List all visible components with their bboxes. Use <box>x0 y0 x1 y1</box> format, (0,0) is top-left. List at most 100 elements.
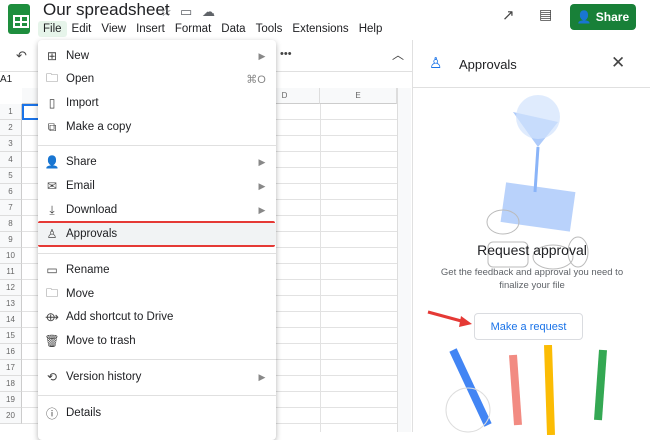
comments-icon[interactable]: ▤ <box>539 6 552 23</box>
download-icon: ⤓ <box>49 202 55 217</box>
menu-item-make-copy[interactable]: ⧉ Make a copy <box>38 116 276 138</box>
doc-title[interactable]: Our spreadsheet <box>43 0 170 20</box>
close-icon[interactable]: ✕ <box>611 53 625 73</box>
row-header[interactable]: 12 <box>0 280 22 296</box>
menu-extensions[interactable]: Extensions <box>287 21 353 37</box>
submenu-arrow-icon: ▶ <box>258 371 266 382</box>
menu-view[interactable]: View <box>96 21 131 37</box>
gridline <box>320 104 321 432</box>
row-header[interactable]: 16 <box>0 344 22 360</box>
panel-description: Get the feedback and approval you need t… <box>440 267 624 278</box>
drive-shortcut-icon: ⟴ <box>45 310 59 324</box>
pens-illustration <box>445 345 607 435</box>
menu-item-details[interactable]: ⓘ Details <box>38 402 276 424</box>
row-header[interactable]: 1 <box>0 104 22 120</box>
menu-item-open[interactable]: 🗀 Open ⌘O <box>38 68 276 90</box>
row-header[interactable]: 20 <box>0 408 22 424</box>
label: Details <box>66 407 102 419</box>
panel-description-2: finalize your file <box>499 280 565 291</box>
row-header[interactable]: 13 <box>0 296 22 312</box>
menu-item-version-history[interactable]: ⟲ Version history ▶ <box>38 366 276 388</box>
column-header-e[interactable]: E <box>320 88 397 104</box>
menu-item-email[interactable]: ✉ Email ▶ <box>38 175 276 197</box>
star-icon[interactable]: ☆ <box>160 4 172 20</box>
label: Approvals <box>66 228 118 240</box>
menu-item-trash[interactable]: 🗑 Move to trash <box>38 330 276 352</box>
stamp-icon: ♙ <box>429 55 443 72</box>
submenu-arrow-icon: ▶ <box>258 50 266 61</box>
row-header[interactable]: 15 <box>0 328 22 344</box>
more-icon[interactable]: ••• <box>280 48 292 60</box>
file-icon: ▯ <box>48 96 56 110</box>
row-header[interactable]: 14 <box>0 312 22 328</box>
submenu-arrow-icon: ▶ <box>258 204 266 215</box>
menu-item-add-shortcut[interactable]: ⟴ Add shortcut to Drive <box>38 306 276 328</box>
row-header[interactable]: 8 <box>0 216 22 232</box>
make-request-button[interactable]: Make a request <box>474 313 583 340</box>
menu-item-import[interactable]: ▯ Import <box>38 92 276 114</box>
label: Download <box>66 204 118 216</box>
row-header[interactable]: 6 <box>0 184 22 200</box>
divider <box>38 253 276 254</box>
share-button[interactable]: 👤 Share <box>570 4 636 30</box>
submenu-arrow-icon: ▶ <box>258 156 266 167</box>
label: Add shortcut to Drive <box>66 311 174 323</box>
menubar: File Edit View Insert Format Data Tools … <box>38 21 387 37</box>
label: Open <box>66 73 95 85</box>
new-icon: ⊞ <box>46 49 58 63</box>
menu-item-approvals[interactable]: ♙ Approvals <box>38 223 276 245</box>
menu-edit[interactable]: Edit <box>67 21 97 37</box>
menu-format[interactable]: Format <box>170 21 216 37</box>
menu-item-move[interactable]: 🗀 Move <box>38 283 276 305</box>
info-icon: ⓘ <box>45 406 58 421</box>
row-header[interactable]: 3 <box>0 136 22 152</box>
row-header[interactable]: 19 <box>0 392 22 408</box>
label: New <box>66 50 90 62</box>
collapse-icon[interactable]: ︿ <box>392 46 404 63</box>
mail-icon: ✉ <box>46 179 58 193</box>
move-folder-icon[interactable]: ▭ <box>180 4 192 20</box>
divider <box>38 395 276 396</box>
label: Move to trash <box>66 335 136 347</box>
menu-data[interactable]: Data <box>216 21 250 37</box>
row-header[interactable]: 7 <box>0 200 22 216</box>
submenu-arrow-icon: ▶ <box>258 180 266 191</box>
label: Share <box>66 156 97 168</box>
copy-icon: ⧉ <box>47 119 57 134</box>
menu-item-new[interactable]: ⊞ New ▶ <box>38 45 276 67</box>
label: Email <box>66 180 95 192</box>
label: Make a copy <box>66 121 132 133</box>
row-header[interactable]: 9 <box>0 232 22 248</box>
menu-item-download[interactable]: ⤓ Download ▶ <box>38 199 276 221</box>
row-header[interactable]: 5 <box>0 168 22 184</box>
undo-icon[interactable]: ↶ <box>16 48 27 64</box>
panel-header: ♙ Approvals ✕ <box>413 40 650 88</box>
approvals-panel: ♙ Approvals ✕ Request approval Get the f… <box>412 40 650 435</box>
activity-icon[interactable]: ↗ <box>502 6 515 24</box>
menu-tools[interactable]: Tools <box>251 21 288 37</box>
row-header[interactable]: 4 <box>0 152 22 168</box>
name-box[interactable]: A1 <box>0 74 12 85</box>
row-header[interactable]: 11 <box>0 264 22 280</box>
row-header[interactable]: 18 <box>0 376 22 392</box>
menu-insert[interactable]: Insert <box>131 21 170 37</box>
red-arrow-icon <box>427 310 472 327</box>
folder-icon: 🗀 <box>45 70 58 85</box>
stamp-icon: ♙ <box>46 227 58 241</box>
row-header[interactable]: 10 <box>0 248 22 264</box>
panel-title: Approvals <box>459 57 517 72</box>
menu-help[interactable]: Help <box>354 21 388 37</box>
row-header[interactable]: 2 <box>0 120 22 136</box>
menu-item-share[interactable]: 👤 Share ▶ <box>38 151 276 173</box>
shortcut: ⌘O <box>246 73 266 86</box>
menu-file[interactable]: File <box>38 21 67 37</box>
scrollbar[interactable] <box>397 88 411 432</box>
row-header[interactable]: 17 <box>0 360 22 376</box>
label: Rename <box>66 264 110 276</box>
file-menu: ⊞ New ▶ 🗀 Open ⌘O ▯ Import ⧉ Make a copy 👤 Shar… <box>38 40 276 440</box>
label: Import <box>66 97 99 109</box>
cloud-status-icon[interactable]: ☁ <box>202 4 215 20</box>
menu-item-rename[interactable]: ▭ Rename <box>38 259 276 281</box>
label: Version history <box>66 371 142 383</box>
sheets-logo[interactable] <box>8 4 30 34</box>
